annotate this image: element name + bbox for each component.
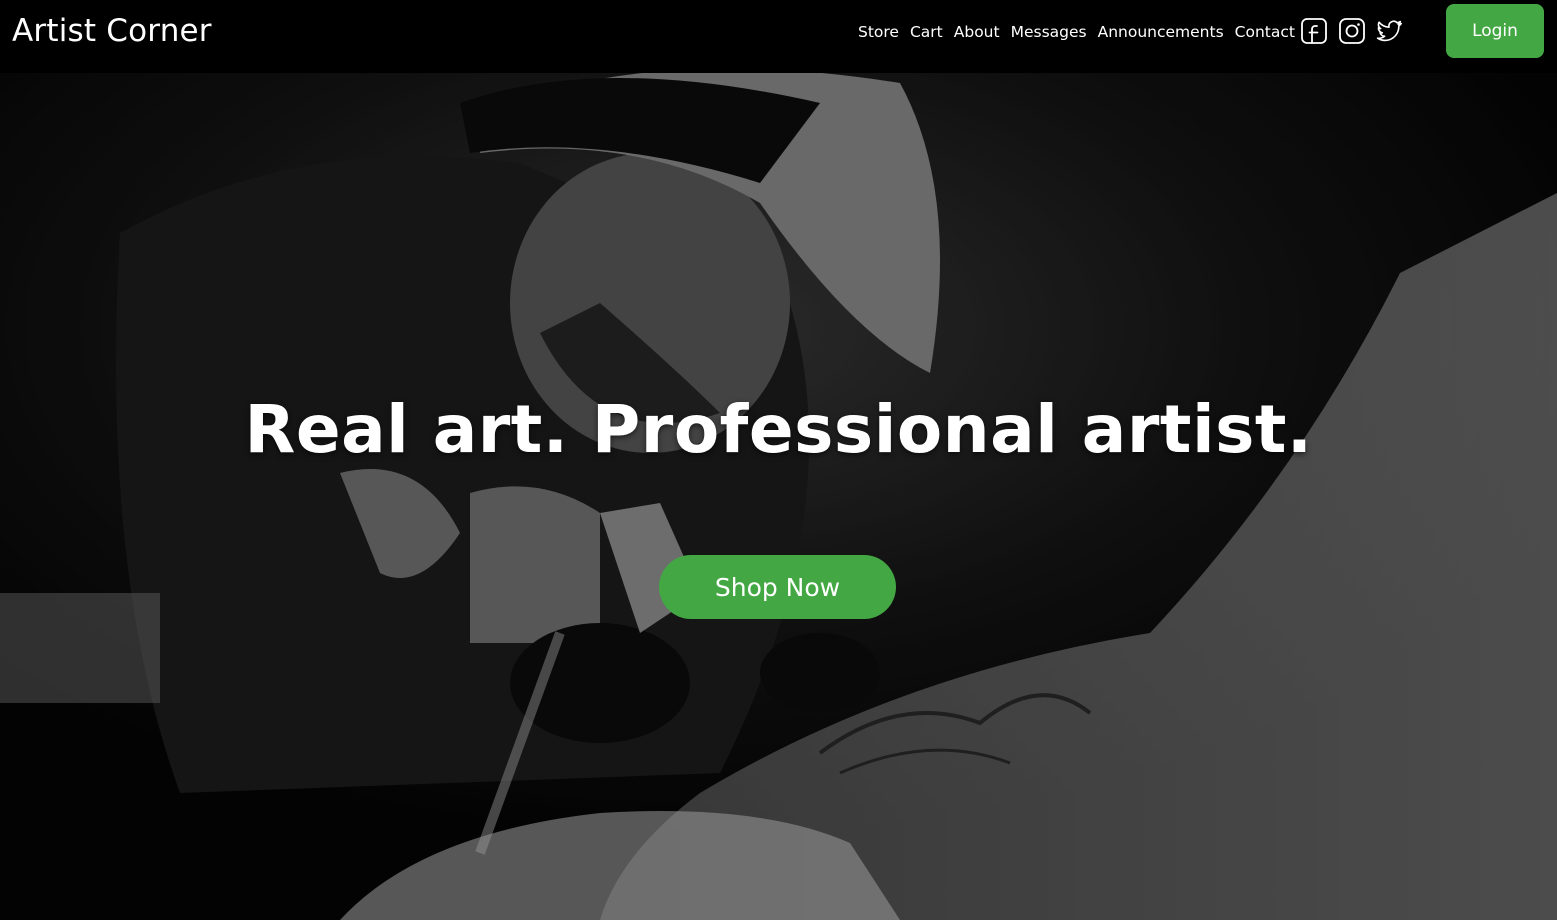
- brand-logo-text[interactable]: Artist Corner: [12, 13, 212, 49]
- nav-link-about[interactable]: About: [954, 23, 1000, 41]
- nav-link-contact[interactable]: Contact: [1235, 23, 1295, 41]
- nav-links: Store Cart About Messages Announcements …: [858, 20, 1306, 44]
- shop-now-button[interactable]: Shop Now: [659, 555, 896, 619]
- login-button[interactable]: Login: [1446, 4, 1544, 58]
- hero-section: Real art. Professional artist. Shop Now: [0, 73, 1557, 920]
- tattoo-artist-photo: [0, 73, 1557, 920]
- page: Artist Corner Store Cart About Messages …: [0, 0, 1557, 920]
- hero-title: Real art. Professional artist.: [244, 391, 1313, 468]
- facebook-icon[interactable]: [1300, 17, 1328, 45]
- nav-link-messages[interactable]: Messages: [1011, 23, 1087, 41]
- nav-link-store[interactable]: Store: [858, 23, 899, 41]
- nav-link-cart[interactable]: Cart: [910, 23, 943, 41]
- twitter-icon[interactable]: [1376, 17, 1404, 45]
- instagram-icon[interactable]: [1338, 17, 1366, 45]
- nav-link-announcements[interactable]: Announcements: [1098, 23, 1224, 41]
- top-navbar: Artist Corner Store Cart About Messages …: [0, 0, 1557, 73]
